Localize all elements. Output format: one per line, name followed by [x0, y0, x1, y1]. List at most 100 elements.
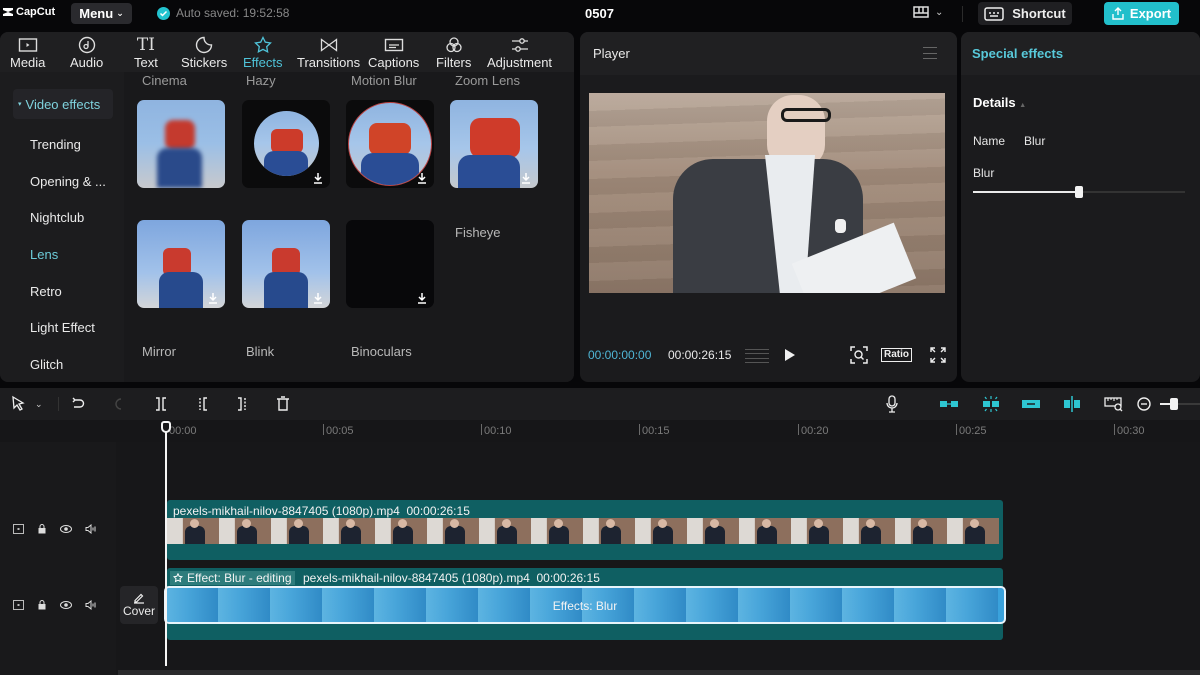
chevron-down-icon: ⌄ — [116, 8, 124, 18]
tab-captions[interactable]: Captions — [368, 35, 419, 70]
effect-editing-tag[interactable]: Effect: Blur - editing — [170, 571, 295, 585]
effect-card-blur[interactable] — [137, 100, 225, 188]
effect-label: Cinema — [142, 73, 187, 88]
delete-icon[interactable] — [276, 395, 290, 413]
shortcut-label: Shortcut — [1012, 6, 1066, 21]
ratio-button[interactable]: Ratio — [881, 348, 912, 362]
clip-thumbnail-frame — [479, 518, 531, 544]
tab-media[interactable]: Media — [10, 35, 45, 70]
category-lens[interactable]: Lens — [30, 247, 58, 262]
category-opening[interactable]: Opening & ... — [30, 174, 106, 189]
effect-card-blink[interactable] — [242, 220, 330, 308]
layout-button[interactable]: ⌄ — [913, 6, 943, 18]
category-retro[interactable]: Retro — [30, 284, 62, 299]
cover-button[interactable]: Cover — [120, 586, 158, 624]
fullscreen-icon[interactable] — [930, 347, 946, 363]
undo-icon[interactable] — [71, 395, 85, 413]
zoom-to-fit-timeline-icon[interactable] — [1104, 395, 1124, 413]
effect-tag-label: Effect: Blur - editing — [187, 571, 292, 585]
timeline-zoom-slider[interactable] — [1160, 398, 1200, 410]
layout-icon — [913, 6, 929, 18]
tab-filters[interactable]: Filters — [436, 35, 471, 70]
download-icon[interactable] — [311, 291, 325, 305]
effects-grid: Cinema Hazy Motion Blur Zoom Lens Blur F… — [124, 72, 574, 382]
effect-card-fisheye-4[interactable] — [242, 100, 330, 188]
effect-card-binoculars[interactable] — [346, 220, 434, 308]
category-light-effect[interactable]: Light Effect — [30, 320, 95, 335]
ruler-tick: 00:05 — [323, 424, 354, 437]
category-trending[interactable]: Trending — [30, 137, 81, 152]
ruler-tick: 00:10 — [481, 424, 512, 437]
linkage-icon[interactable] — [1020, 395, 1042, 413]
track-header-effect — [0, 600, 116, 610]
effect-card-fisheye[interactable] — [450, 100, 538, 188]
thumbnail-figure — [157, 148, 202, 188]
download-icon[interactable] — [206, 291, 220, 305]
zoom-out-icon[interactable] — [1136, 395, 1152, 413]
eye-icon[interactable] — [60, 600, 72, 610]
timecode-format-icon[interactable] — [745, 349, 769, 363]
player-panel: Player 00:00:00:00 00:00:26:15 Ratio — [580, 32, 957, 382]
keyboard-icon — [984, 6, 1005, 21]
export-button[interactable]: Export — [1104, 2, 1179, 25]
tab-stickers[interactable]: Stickers — [181, 35, 227, 70]
time-ruler[interactable]: 00:00 00:05 00:10 00:15 00:20 00:25 00:3… — [0, 420, 1200, 442]
split-icon[interactable] — [154, 395, 168, 413]
menu-button[interactable]: Menu ⌄ — [71, 3, 132, 24]
effect-card-mirror[interactable] — [137, 220, 225, 308]
track-cover-icon[interactable] — [13, 524, 24, 534]
effect-card-fisheye-iii[interactable] — [346, 100, 434, 188]
microphone-icon[interactable] — [885, 395, 899, 413]
chevron-down-icon[interactable]: ⌄ — [35, 395, 43, 413]
menu-icon[interactable] — [923, 47, 937, 59]
caret-up-icon: ▲ — [1019, 102, 1027, 109]
video-preview[interactable] — [589, 93, 945, 293]
details-section-toggle[interactable]: Details ▲ — [973, 95, 1026, 110]
tab-label: Filters — [436, 55, 472, 70]
tab-text[interactable]: TI Text — [134, 35, 158, 70]
download-icon[interactable] — [519, 171, 533, 185]
slider-thumb[interactable] — [1075, 186, 1083, 198]
zoom-slider-thumb[interactable] — [1170, 398, 1178, 410]
category-group-video-effects[interactable]: ▾ Video effects — [13, 89, 113, 119]
chevron-down-icon: ⌄ — [935, 6, 944, 18]
menu-label: Menu — [79, 6, 114, 21]
trim-left-icon[interactable] — [195, 395, 209, 413]
select-cursor-icon[interactable] — [11, 395, 25, 413]
category-nightclub[interactable]: Nightclub — [30, 210, 84, 225]
stickers-icon — [195, 35, 213, 55]
effect-blur-clip[interactable]: Effects: Blur — [164, 586, 1006, 624]
category-glitch[interactable]: Glitch — [30, 357, 63, 372]
timeline-horizontal-scrollbar[interactable] — [118, 670, 1200, 675]
playhead-handle[interactable] — [161, 421, 171, 433]
trim-right-icon[interactable] — [236, 395, 250, 413]
eye-icon[interactable] — [60, 524, 72, 534]
zoom-fit-icon[interactable] — [850, 346, 868, 364]
download-icon[interactable] — [415, 291, 429, 305]
tab-adjustment[interactable]: Adjustment — [487, 35, 552, 70]
shortcut-button[interactable]: Shortcut — [978, 2, 1072, 25]
blur-slider[interactable] — [973, 186, 1185, 198]
video-clip[interactable]: pexels-mikhail-nilov-8847405 (1080p).mp4… — [167, 500, 1003, 560]
volume-icon[interactable] — [85, 524, 97, 534]
magnet-snap-icon[interactable] — [938, 395, 960, 413]
preview-axis-icon[interactable] — [1061, 395, 1083, 413]
auto-snap-icon[interactable] — [980, 395, 1002, 413]
tab-transitions[interactable]: Transitions — [297, 35, 360, 70]
ruler-tick: 00:15 — [639, 424, 670, 437]
inspector-panel: Special effects Details ▲ Name Blur Blur — [961, 32, 1200, 382]
autosave-status: Auto saved: 19:52:58 — [157, 6, 289, 20]
download-icon[interactable] — [311, 171, 325, 185]
download-icon[interactable] — [415, 171, 429, 185]
tab-effects[interactable]: Effects — [243, 35, 283, 70]
lock-icon[interactable] — [37, 524, 47, 534]
slider-fill — [973, 191, 1079, 193]
tab-audio[interactable]: Audio — [70, 35, 103, 70]
volume-icon[interactable] — [85, 600, 97, 610]
track-cover-icon[interactable] — [13, 600, 24, 610]
details-label: Details — [973, 95, 1016, 110]
redo-icon[interactable] — [112, 395, 126, 413]
playhead[interactable] — [165, 424, 167, 666]
lock-icon[interactable] — [37, 600, 47, 610]
play-icon[interactable] — [784, 348, 796, 362]
